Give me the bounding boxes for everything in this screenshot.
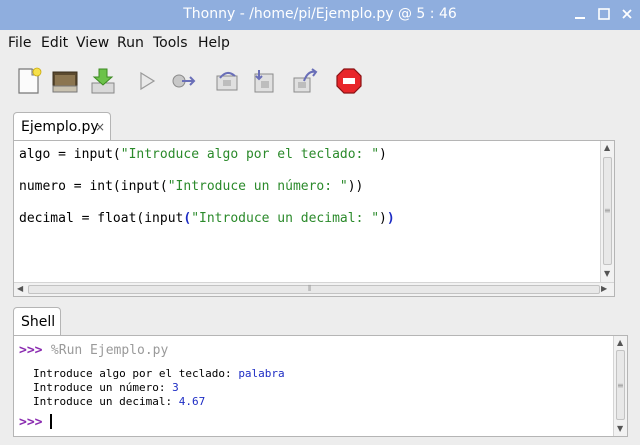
scroll-right-icon[interactable]: ▶ bbox=[601, 284, 607, 294]
close-icon[interactable] bbox=[620, 7, 634, 21]
menu-edit[interactable]: Edit bbox=[41, 35, 68, 51]
step-over-icon[interactable] bbox=[213, 66, 243, 96]
tab-shell[interactable]: Shell bbox=[13, 307, 61, 336]
code-line: decimal = float(input("Introduce un deci… bbox=[19, 211, 395, 226]
scroll-up-icon[interactable]: ▲ bbox=[617, 338, 623, 348]
step-out-icon[interactable] bbox=[290, 66, 320, 96]
new-file-icon[interactable] bbox=[14, 66, 44, 96]
menu-file[interactable]: File bbox=[8, 35, 31, 51]
text-cursor bbox=[50, 414, 52, 429]
tab-label: Ejemplo.py bbox=[21, 119, 99, 135]
title-bar: Thonny - /home/pi/Ejemplo.py @ 5 : 46 bbox=[0, 0, 640, 30]
grip-icon: ≡ bbox=[617, 381, 624, 390]
shell-panel[interactable]: >>> %Run Ejemplo.py Introduce algo por e… bbox=[13, 335, 628, 437]
run-icon[interactable] bbox=[132, 66, 162, 96]
code-line: algo = input("Introduce algo por el tecl… bbox=[19, 147, 387, 162]
shell-vertical-scrollbar[interactable]: ▲ ≡ ▼ bbox=[613, 336, 627, 436]
shell-output-line: Introduce un decimal: 4.67 bbox=[33, 395, 206, 408]
menu-tools[interactable]: Tools bbox=[153, 35, 188, 51]
shell-output-line: Introduce algo por el teclado: palabra bbox=[33, 367, 285, 380]
shell-prompt: >>> bbox=[19, 415, 43, 430]
shell-run-line: >>> %Run Ejemplo.py bbox=[19, 343, 169, 358]
stop-icon[interactable] bbox=[334, 66, 364, 96]
step-into-icon[interactable] bbox=[250, 66, 280, 96]
code-line: numero = int(input("Introduce un número:… bbox=[19, 179, 364, 194]
tab-ejemplo-py[interactable]: Ejemplo.py × bbox=[13, 112, 111, 141]
menu-run[interactable]: Run bbox=[117, 35, 144, 51]
scroll-left-icon[interactable]: ◀ bbox=[17, 284, 23, 294]
toolbar bbox=[0, 56, 640, 108]
grip-icon: ⦀ bbox=[308, 284, 312, 293]
scroll-down-icon[interactable]: ▼ bbox=[617, 424, 623, 434]
scroll-down-icon[interactable]: ▼ bbox=[604, 269, 610, 279]
menu-view[interactable]: View bbox=[76, 35, 109, 51]
minimize-icon[interactable] bbox=[573, 7, 587, 21]
scroll-thumb[interactable] bbox=[28, 285, 600, 294]
grip-icon: ≡ bbox=[604, 206, 611, 215]
save-icon[interactable] bbox=[88, 66, 118, 96]
tab-label: Shell bbox=[21, 314, 56, 330]
editor-horizontal-scrollbar[interactable]: ◀ ⦀ ▶ bbox=[14, 282, 614, 296]
window-title: Thonny - /home/pi/Ejemplo.py @ 5 : 46 bbox=[183, 6, 457, 22]
maximize-icon[interactable] bbox=[597, 7, 611, 21]
open-folder-icon[interactable] bbox=[50, 66, 80, 96]
debug-icon[interactable] bbox=[168, 66, 198, 96]
menu-bar: File Edit View Run Tools Help bbox=[0, 30, 640, 56]
menu-help[interactable]: Help bbox=[198, 35, 230, 51]
code-editor[interactable]: algo = input("Introduce algo por el tecl… bbox=[13, 140, 615, 297]
shell-output-line: Introduce un número: 3 bbox=[33, 381, 179, 394]
editor-vertical-scrollbar[interactable]: ▲ ≡ ▼ bbox=[600, 141, 614, 283]
close-tab-icon[interactable]: × bbox=[95, 120, 105, 134]
scroll-up-icon[interactable]: ▲ bbox=[604, 143, 610, 153]
